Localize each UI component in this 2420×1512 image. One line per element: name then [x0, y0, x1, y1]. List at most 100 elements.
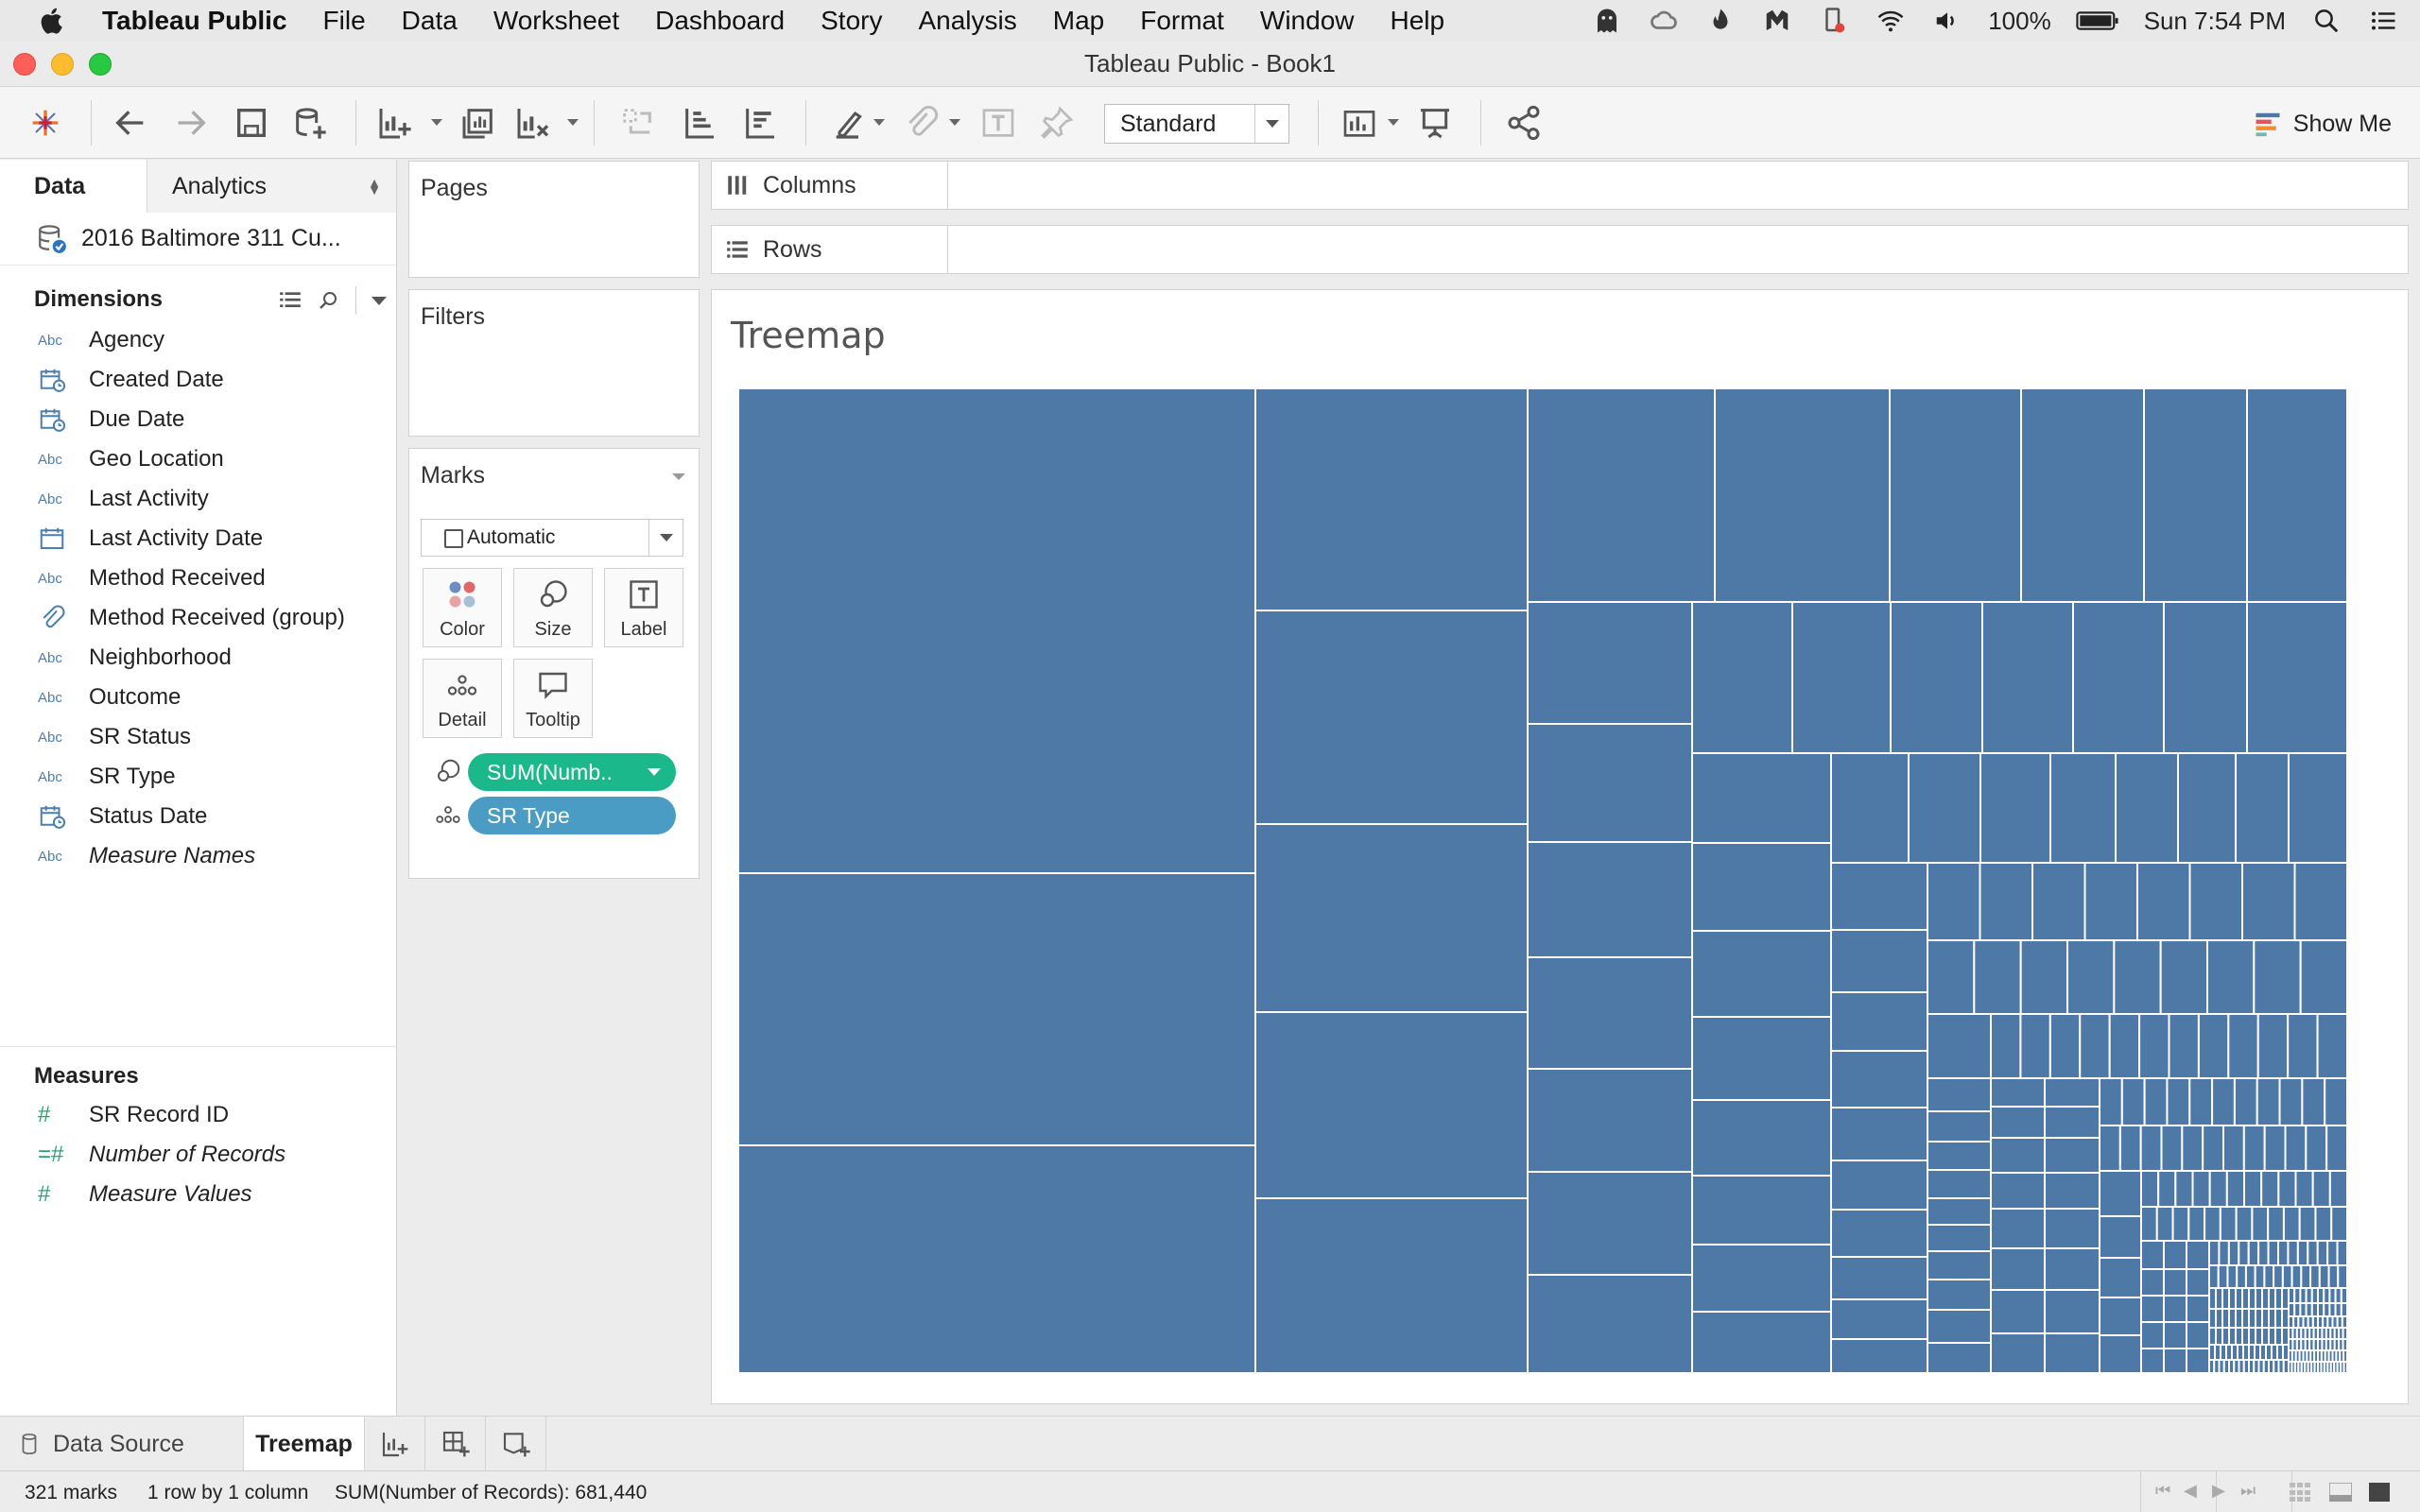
treemap-mark[interactable]: [2079, 1013, 2111, 1079]
treemap-mark[interactable]: [1527, 723, 1693, 843]
treemap-mark[interactable]: [2281, 1287, 2290, 1310]
highlight-icon[interactable]: [828, 102, 870, 144]
treemap-mark[interactable]: [1830, 1107, 1928, 1161]
treemap-mark[interactable]: [2326, 1240, 2339, 1266]
treemap-mark[interactable]: [2248, 1308, 2256, 1329]
close-window-button[interactable]: [13, 53, 36, 76]
treemap-mark[interactable]: [2327, 1264, 2340, 1289]
treemap-mark[interactable]: [1830, 862, 1928, 931]
treemap-mark[interactable]: [2246, 388, 2347, 603]
treemap-mark[interactable]: [2342, 1338, 2347, 1351]
treemap-mark[interactable]: [2099, 1125, 2121, 1172]
malwarebytes-icon[interactable]: [1761, 7, 1793, 35]
treemap-mark[interactable]: [1990, 1172, 2046, 1210]
minimize-window-button[interactable]: [51, 53, 74, 76]
dimension-field[interactable]: Abc Outcome: [0, 678, 396, 717]
tabs-view-icon[interactable]: [2369, 1483, 2390, 1502]
dimension-field[interactable]: Abc Geo Location: [0, 439, 396, 479]
treemap-mark[interactable]: [2197, 1013, 2230, 1079]
treemap-mark[interactable]: [2160, 1125, 2184, 1172]
zoom-window-button[interactable]: [89, 53, 112, 76]
treemap-mark[interactable]: [2248, 1327, 2256, 1346]
creative-cloud-icon[interactable]: [1648, 7, 1680, 35]
treemap-mark[interactable]: [2218, 1240, 2230, 1266]
dimension-field[interactable]: Method Received (group): [0, 598, 396, 638]
treemap-mark[interactable]: [2342, 1361, 2347, 1373]
treemap-mark[interactable]: [1830, 1256, 1928, 1300]
treemap-mark[interactable]: [2342, 1349, 2347, 1363]
treemap-mark[interactable]: [2235, 1327, 2243, 1346]
last-sheet-icon[interactable]: ⏭: [2240, 1481, 2261, 1502]
treemap-mark[interactable]: [2260, 1170, 2280, 1208]
treemap-mark[interactable]: [738, 1144, 1256, 1373]
treemap-mark[interactable]: [2281, 1308, 2290, 1329]
color-button[interactable]: Color: [423, 568, 502, 647]
treemap-mark[interactable]: [2316, 1240, 2329, 1266]
treemap-mark[interactable]: [1830, 752, 1910, 864]
treemap-mark[interactable]: [2177, 752, 2237, 864]
treemap-mark[interactable]: [1254, 610, 1529, 825]
battery-icon[interactable]: [2076, 7, 2119, 35]
treemap-mark[interactable]: [2019, 939, 2068, 1015]
treemap-mark[interactable]: [1990, 1208, 2046, 1249]
tooltip-button[interactable]: Tooltip: [513, 659, 593, 738]
treemap-mark[interactable]: [2140, 1206, 2158, 1242]
treemap-mark[interactable]: [2268, 1308, 2276, 1329]
treemap-mark[interactable]: [2206, 939, 2256, 1015]
menu-analysis[interactable]: Analysis: [918, 6, 1016, 36]
undo-icon[interactable]: [110, 102, 151, 144]
treemap-mark[interactable]: [1927, 1110, 1992, 1143]
new-worksheet-icon[interactable]: [374, 102, 416, 144]
treemap-mark[interactable]: [2281, 1327, 2290, 1346]
treemap-mark[interactable]: [2251, 1206, 2270, 1242]
show-me-button[interactable]: Show Me: [2254, 104, 2392, 144]
treemap-mark[interactable]: [2316, 1013, 2347, 1079]
treemap-mark[interactable]: [2171, 1206, 2190, 1242]
menu-map[interactable]: Map: [1053, 6, 1104, 36]
treemap-mark[interactable]: [2188, 862, 2243, 941]
dimension-field[interactable]: Abc Measure Names: [0, 836, 396, 876]
sheet-tab-treemap[interactable]: Treemap: [244, 1417, 365, 1471]
treemap-mark[interactable]: [1927, 1342, 1992, 1373]
treemap-mark[interactable]: [2233, 1077, 2258, 1126]
treemap-mark[interactable]: [1973, 939, 2022, 1015]
treemap-mark[interactable]: [2305, 1125, 2328, 1172]
measure-field[interactable]: # SR Record ID: [0, 1095, 397, 1135]
treemap-mark[interactable]: [1527, 1068, 1693, 1173]
treemap-mark[interactable]: [1254, 388, 1529, 611]
treemap-mark[interactable]: [2274, 1308, 2283, 1329]
treemap-mark[interactable]: [2314, 1206, 2333, 1242]
dimension-field[interactable]: Abc Last Activity: [0, 479, 396, 519]
treemap-mark[interactable]: [2256, 1077, 2281, 1126]
menu-help[interactable]: Help: [1391, 6, 1445, 36]
treemap-mark[interactable]: [1990, 1247, 2046, 1291]
sort-descending-icon[interactable]: [739, 102, 781, 144]
treemap-mark[interactable]: [1691, 752, 1832, 844]
treemap-mark[interactable]: [2261, 1308, 2270, 1329]
treemap-mark[interactable]: [2290, 1264, 2303, 1289]
treemap-mark[interactable]: [2267, 1240, 2279, 1266]
treemap-mark[interactable]: [2241, 1287, 2250, 1310]
treemap-mark[interactable]: [2340, 1287, 2347, 1304]
treemap-mark[interactable]: [2099, 1257, 2142, 1298]
treemap-mark[interactable]: [2186, 1321, 2210, 1349]
treemap-mark[interactable]: [2257, 1240, 2270, 1266]
treemap-mark[interactable]: [2208, 1170, 2228, 1208]
treemap-mark[interactable]: [1830, 1160, 1928, 1211]
treemap-mark[interactable]: [2136, 862, 2191, 941]
treemap-mark[interactable]: [1990, 1013, 2022, 1079]
menu-data[interactable]: Data: [402, 6, 458, 36]
treemap-mark[interactable]: [2168, 1013, 2200, 1079]
treemap-mark[interactable]: [2226, 1264, 2238, 1289]
search-icon[interactable]: [318, 289, 340, 312]
dimension-field[interactable]: Abc SR Type: [0, 757, 396, 797]
treemap-mark[interactable]: [2221, 1308, 2230, 1329]
treemap-mark[interactable]: [2296, 1240, 2309, 1266]
treemap-mark[interactable]: [2163, 1295, 2187, 1323]
treemap-mark[interactable]: [1527, 956, 1693, 1070]
redo-icon[interactable]: [170, 102, 212, 144]
treemap-mark[interactable]: [2163, 1240, 2187, 1270]
treemap-mark[interactable]: [2140, 1268, 2165, 1297]
treemap-mark[interactable]: [2301, 1077, 2326, 1126]
treemap-mark[interactable]: [2263, 1125, 2287, 1172]
